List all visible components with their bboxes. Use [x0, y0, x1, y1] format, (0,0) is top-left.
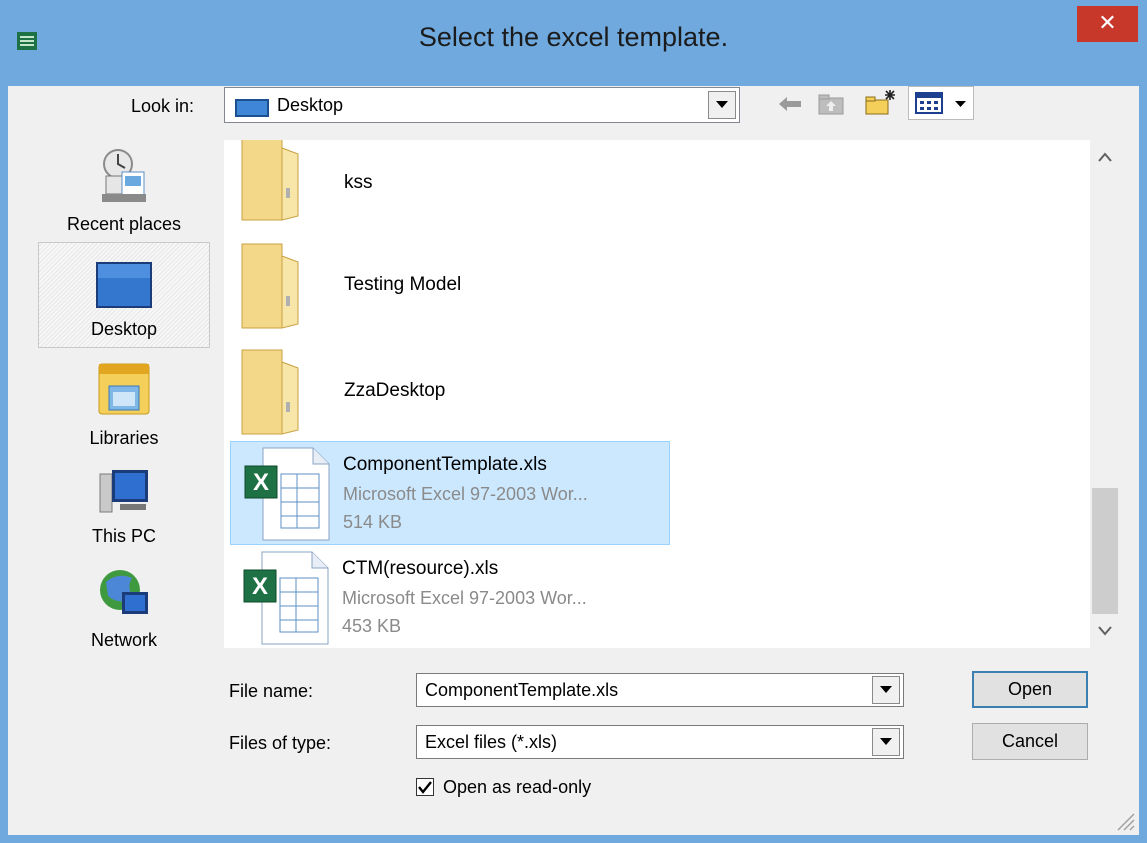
file-name: ZzaDesktop	[344, 380, 446, 401]
chevron-down-icon	[880, 738, 892, 745]
file-type-label: Files of type:	[229, 733, 332, 753]
back-arrow-icon[interactable]	[779, 97, 801, 111]
file-type-value: Excel files (*.xls)	[425, 732, 558, 752]
svg-text:X: X	[253, 469, 269, 496]
list-item-folder-zzadesktop[interactable]: ZzaDesktop	[236, 342, 676, 442]
place-this-pc[interactable]: This PC	[38, 462, 210, 568]
recent-places-icon	[102, 149, 146, 202]
chevron-up-icon	[1098, 152, 1112, 162]
network-icon	[100, 570, 148, 614]
chevron-down-icon	[880, 686, 892, 693]
dialog-window: Select the excel template. ✕ Look in: De…	[0, 0, 1147, 843]
file-name-dropdown-button[interactable]	[872, 676, 900, 704]
scroll-thumb[interactable]	[1092, 488, 1118, 614]
libraries-icon	[98, 363, 150, 415]
scroll-up-button[interactable]	[1090, 146, 1120, 174]
place-label: Recent places	[66, 214, 182, 234]
folder-icon	[241, 243, 299, 329]
checkmark-icon	[418, 781, 432, 794]
list-item-component-template[interactable]: X ComponentTemplate.xls Microsoft Excel …	[230, 441, 670, 545]
read-only-label[interactable]: Open as read-only	[443, 777, 591, 798]
chevron-down-icon	[1098, 626, 1112, 636]
folder-icon	[241, 140, 299, 221]
place-recent-places[interactable]: Recent places	[38, 140, 210, 246]
cancel-button[interactable]: Cancel	[972, 723, 1088, 760]
open-button[interactable]: Open	[972, 671, 1088, 708]
desktop-icon	[96, 262, 152, 308]
list-item-folder-testing-model[interactable]: Testing Model	[236, 238, 676, 338]
view-menu-button[interactable]	[908, 86, 974, 120]
place-label: Libraries	[89, 428, 159, 448]
file-name: Testing Model	[344, 274, 462, 295]
look-in-label: Look in:	[131, 96, 195, 116]
chevron-down-icon	[716, 101, 728, 108]
up-folder-icon[interactable]	[818, 93, 844, 115]
place-label: Network	[90, 630, 157, 650]
desktop-icon	[235, 99, 269, 117]
file-name: ComponentTemplate.xls	[343, 454, 547, 475]
file-type: Microsoft Excel 97-2003 Wor...	[342, 588, 587, 608]
folder-icon	[241, 349, 299, 435]
file-name-value[interactable]: ComponentTemplate.xls	[425, 680, 618, 701]
excel-file-icon: X	[244, 447, 330, 541]
list-item-ctm-resource[interactable]: X CTM(resource).xls Microsoft Excel 97-2…	[230, 546, 670, 648]
file-name: CTM(resource).xls	[342, 558, 499, 579]
list-item-folder-kss[interactable]: kss	[236, 140, 676, 228]
file-size: 514 KB	[343, 512, 403, 532]
file-list[interactable]: kss Testing Model ZzaDesktop X Component…	[224, 140, 1120, 648]
file-type: Microsoft Excel 97-2003 Wor...	[343, 484, 588, 504]
chevron-down-icon	[955, 101, 966, 107]
place-network[interactable]: Network	[38, 564, 210, 670]
file-name: kss	[344, 172, 373, 193]
this-pc-icon	[99, 470, 148, 513]
place-label: This PC	[91, 526, 156, 546]
new-folder-icon[interactable]	[864, 88, 898, 116]
view-menu-icon	[915, 92, 943, 114]
file-name-combobox[interactable]: ComponentTemplate.xls	[416, 673, 904, 707]
place-desktop[interactable]: Desktop	[38, 242, 210, 348]
file-size: 453 KB	[342, 616, 402, 636]
places-bar: Recent places Desktop Libraries This PC …	[38, 140, 210, 660]
file-type-dropdown-button[interactable]	[872, 728, 900, 756]
excel-file-icon: X	[243, 551, 329, 645]
read-only-checkbox[interactable]	[416, 778, 434, 796]
close-button[interactable]: ✕	[1077, 6, 1138, 42]
place-libraries[interactable]: Libraries	[38, 358, 210, 464]
look-in-dropdown[interactable]: Desktop	[224, 87, 740, 123]
file-name-label: File name:	[229, 681, 314, 701]
look-in-dropdown-button[interactable]	[708, 91, 736, 119]
svg-text:X: X	[252, 573, 268, 600]
look-in-value: Desktop	[277, 95, 344, 115]
place-label: Desktop	[90, 319, 158, 339]
scroll-down-button[interactable]	[1090, 620, 1120, 648]
resize-grip-icon[interactable]	[1112, 808, 1136, 832]
file-type-select[interactable]: Excel files (*.xls)	[416, 725, 904, 759]
close-icon: ✕	[1098, 10, 1117, 35]
title-bar[interactable]: Select the excel template. ✕	[0, 0, 1147, 86]
window-title: Select the excel template.	[418, 22, 729, 52]
